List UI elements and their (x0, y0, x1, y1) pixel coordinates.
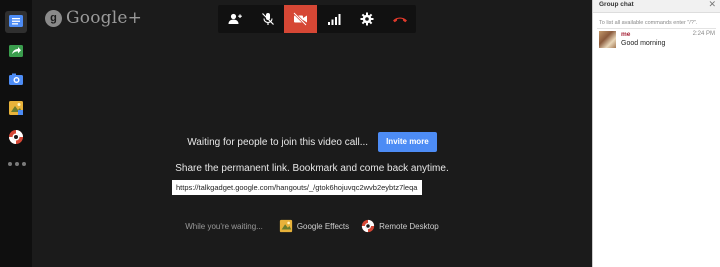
extras-row: While you're waiting... Google Effects R… (32, 219, 592, 233)
divider (597, 28, 716, 29)
google-plus-logo: g Google+ (45, 8, 142, 28)
settings-icon (360, 12, 373, 26)
chat-command-hint: To list all available commands enter "/?… (599, 20, 698, 26)
camera-rail-button[interactable] (5, 68, 27, 90)
invite-people-icon (228, 13, 242, 24)
avatar (599, 31, 616, 48)
share-screen-rail-button[interactable] (5, 40, 27, 62)
message-sender: me (621, 31, 631, 38)
chat-icon (9, 15, 23, 27)
chat-header: Group chat ✕ (593, 0, 720, 13)
chat-title: Group chat (599, 1, 634, 8)
waiting-row: Waiting for people to join this video ca… (32, 132, 592, 152)
chat-message: me 2:24 PM Good morning (599, 31, 717, 51)
logo-text: Google+ (66, 8, 143, 28)
group-chat-panel: Group chat ✕ To list all available comma… (592, 0, 720, 267)
chat-rail-button[interactable] (5, 11, 27, 33)
waiting-message: Waiting for people to join this video ca… (187, 136, 369, 148)
hang-up-icon (392, 17, 407, 23)
message-timestamp: 2:24 PM (692, 31, 715, 37)
remote-desktop-link[interactable]: Remote Desktop (361, 219, 439, 233)
google-effects-link[interactable]: Google Effects (279, 219, 349, 233)
bandwidth-icon (327, 14, 340, 25)
more-apps-icon[interactable] (8, 162, 26, 168)
call-toolbar (218, 5, 416, 33)
hang-up-button[interactable] (383, 5, 416, 33)
settings-button[interactable] (350, 5, 383, 33)
remote-desktop-icon (362, 219, 375, 233)
effects-icon (279, 219, 292, 233)
close-icon[interactable]: ✕ (708, 0, 716, 10)
mute-microphone-button[interactable] (251, 5, 284, 33)
message-text: Good morning (621, 40, 666, 47)
left-rail (0, 0, 32, 267)
bandwidth-button[interactable] (317, 5, 350, 33)
effects-icon (9, 101, 23, 115)
video-stage: g Google+ Waiting for people to join thi… (32, 0, 592, 267)
while-waiting-label: While you're waiting... (185, 221, 263, 231)
share-screen-icon (9, 45, 23, 57)
effects-rail-button[interactable] (5, 97, 27, 119)
remote-desktop-rail-button[interactable] (5, 126, 27, 148)
camera-icon (9, 73, 23, 85)
remote-desktop-icon (9, 130, 23, 144)
hangouts-logo-icon: g (45, 9, 62, 27)
invite-people-button[interactable] (218, 5, 251, 33)
share-link-message: Share the permanent link. Bookmark and c… (175, 163, 449, 174)
camera-off-icon (293, 12, 307, 26)
permanent-link-field[interactable]: https://talkgadget.google.com/hangouts/_… (172, 180, 422, 195)
camera-off-button[interactable] (284, 5, 317, 33)
mute-mic-icon (261, 13, 274, 25)
remote-desktop-label: Remote Desktop (379, 221, 439, 231)
google-effects-label: Google Effects (296, 221, 350, 231)
invite-more-button[interactable]: Invite more (378, 132, 437, 152)
